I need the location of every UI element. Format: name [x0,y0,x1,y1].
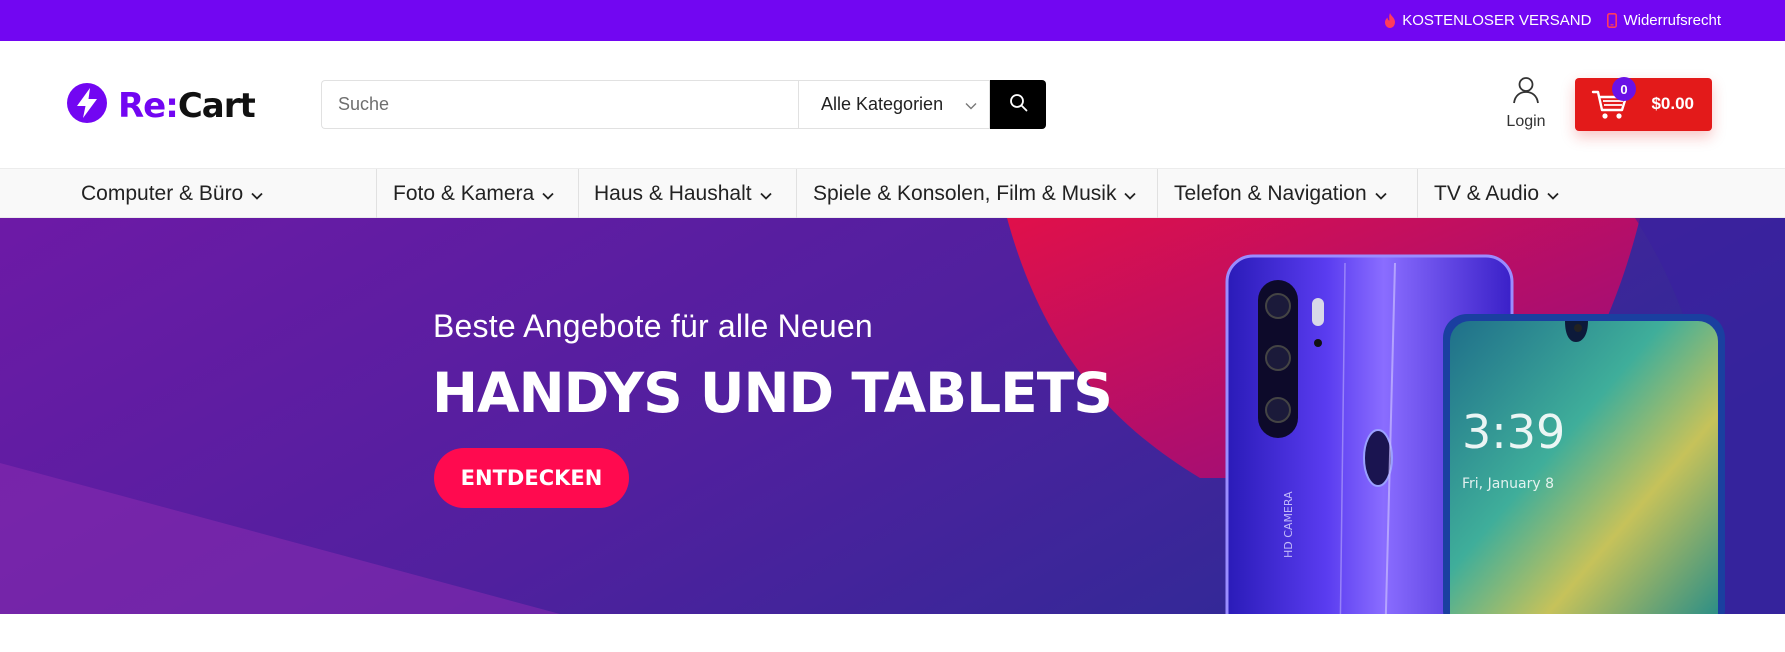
cart-count-badge: 0 [1612,77,1636,101]
search-icon [1009,93,1028,117]
cart-button[interactable]: 0 $0.00 [1575,77,1712,131]
chevron-down-icon [1374,182,1387,206]
nav-item-computer-buero[interactable]: Computer & Büro [81,169,263,218]
chevron-down-icon [1547,182,1559,206]
nav-item-foto-kamera[interactable]: Foto & Kamera [393,169,554,218]
nav-divider [1417,169,1418,218]
search-bar: Alle Kategorien [321,80,1046,129]
nav-item-label: Spiele & Konsolen, Film & Musik [813,181,1117,205]
phone-icon [1607,13,1618,28]
phone-back-label: HD CAMERA [1282,491,1295,558]
user-icon [1512,76,1540,113]
login-link[interactable]: Login [1504,76,1548,131]
brand-name: Re:Cart [118,85,256,126]
category-nav: Computer & Büro Foto & Kamera Haus & Hau… [0,168,1785,218]
nav-divider [796,169,797,218]
nav-item-label: Foto & Kamera [393,181,535,205]
category-select-value: Alle Kategorien [821,94,944,114]
fire-icon [1384,13,1396,28]
category-select[interactable]: Alle Kategorien [798,80,990,129]
hero-banner[interactable]: 3:39 Fri, January 8 HD CAMERA Beste Ange… [0,218,1785,614]
login-label: Login [1506,113,1546,130]
nav-item-label: TV & Audio [1434,181,1540,205]
revocation-link[interactable]: Widerrufsrecht [1607,12,1721,29]
nav-item-tv-audio[interactable]: TV & Audio [1434,169,1559,218]
chevron-down-icon [965,94,977,115]
hero-subtitle: Beste Angebote für alle Neuen [433,308,873,344]
discover-button[interactable]: ENTDECKEN [434,448,629,508]
nav-item-label: Computer & Büro [81,181,244,205]
search-button[interactable] [990,80,1046,129]
site-logo[interactable]: Re:Cart [66,82,256,129]
nav-item-spiele-konsolen[interactable]: Spiele & Konsolen, Film & Musik [813,169,1137,218]
chevron-down-icon [1124,182,1137,206]
revocation-label: Widerrufsrecht [1623,12,1721,29]
nav-item-haus-haushalt[interactable]: Haus & Haushalt [594,169,772,218]
free-shipping-link[interactable]: KOSTENLOSER VERSAND [1384,12,1591,29]
nav-item-telefon-navigation[interactable]: Telefon & Navigation [1174,169,1387,218]
site-header: Re:Cart Alle Kategorien Login 0 $0.00 [0,41,1785,168]
nav-divider [376,169,377,218]
nav-item-label: Haus & Haushalt [594,181,752,205]
top-bar-links: KOSTENLOSER VERSAND Widerrufsrecht [1384,0,1721,41]
cart-total: $0.00 [1651,94,1694,113]
phone-front-image [1443,314,1725,614]
phone-date: Fri, January 8 [1462,476,1554,492]
nav-item-label: Telefon & Navigation [1174,181,1367,205]
lightning-bolt-icon [66,82,108,129]
chevron-down-icon [542,182,554,206]
search-input[interactable] [321,80,798,129]
hero-title: HANDYS UND TABLETS [432,361,1113,425]
chevron-down-icon [759,182,772,206]
phone-clock: 3:39 [1462,405,1565,459]
free-shipping-label: KOSTENLOSER VERSAND [1402,12,1592,29]
nav-divider [1157,169,1158,218]
chevron-down-icon [251,182,263,206]
nav-divider [578,169,579,218]
top-bar: KOSTENLOSER VERSAND Widerrufsrecht [0,0,1785,41]
